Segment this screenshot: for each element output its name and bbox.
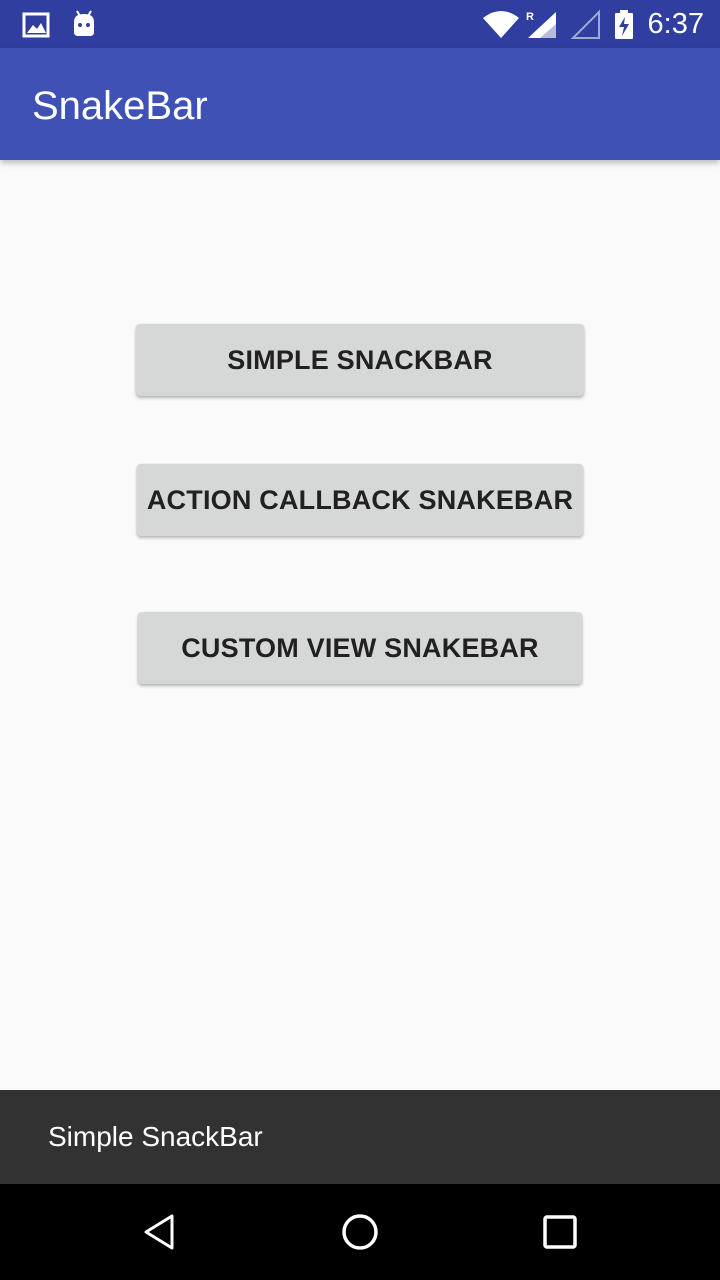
android-icon bbox=[74, 10, 94, 36]
clock-time: 6:37 bbox=[647, 8, 704, 40]
recents-icon[interactable] bbox=[536, 1208, 584, 1256]
svg-text:R: R bbox=[526, 11, 534, 23]
action-callback-snakebar-button[interactable]: ACTION CALLBACK SNAKEBAR bbox=[137, 464, 583, 536]
home-icon[interactable] bbox=[336, 1208, 384, 1256]
simple-snackbar-button[interactable]: SIMPLE SNACKBAR bbox=[136, 324, 584, 396]
snackbar-message: Simple SnackBar bbox=[48, 1121, 263, 1152]
battery-charging-icon bbox=[615, 10, 633, 39]
navigation-bar bbox=[0, 1184, 720, 1280]
image-icon bbox=[22, 12, 50, 38]
custom-view-snakebar-button[interactable]: CUSTOM VIEW SNAKEBAR bbox=[138, 612, 582, 684]
app-bar: SnakeBar bbox=[0, 48, 720, 160]
signal-empty-icon bbox=[570, 9, 600, 39]
app-title: SnakeBar bbox=[32, 84, 208, 128]
status-bar: R 6:37 bbox=[0, 0, 720, 48]
wifi-icon bbox=[483, 11, 519, 38]
snackbar: Simple SnackBar bbox=[0, 1090, 720, 1184]
back-icon[interactable] bbox=[136, 1208, 184, 1256]
signal-roaming-icon: R bbox=[526, 11, 556, 38]
